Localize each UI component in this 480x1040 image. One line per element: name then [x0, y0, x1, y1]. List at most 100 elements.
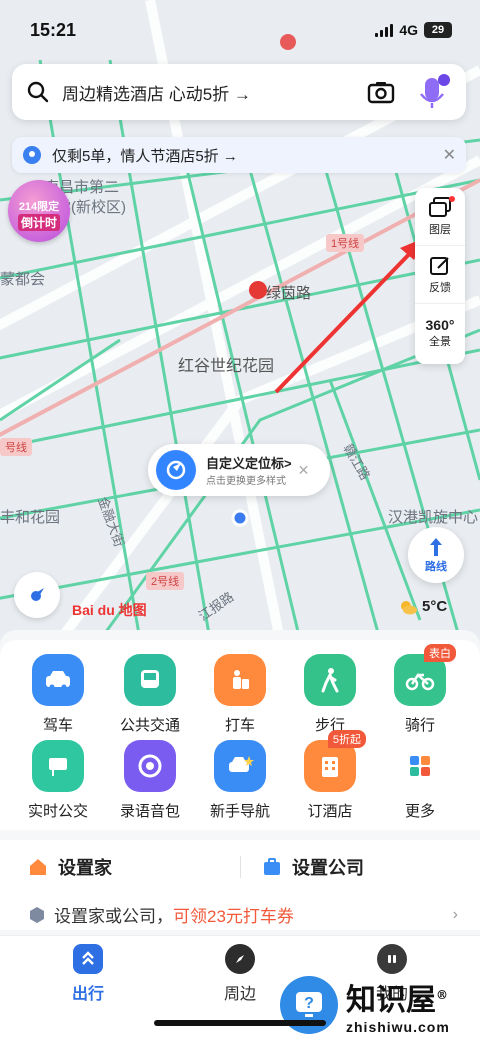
action-voice-pack[interactable]: 录语音包	[102, 740, 198, 821]
tab-nearby[interactable]: 周边	[200, 944, 280, 1004]
tab-label: 出行	[71, 986, 104, 1003]
tool-label: 全景	[429, 336, 451, 348]
feedback-icon	[430, 256, 449, 275]
taxi-icon	[214, 654, 266, 706]
countdown-line2: 倒计时	[17, 213, 60, 231]
watermark-url: zhishiwu.com	[346, 1019, 450, 1035]
action-beginner-nav[interactable]: 新手导航	[192, 740, 288, 821]
map-label: 蒙都会	[0, 271, 46, 288]
close-icon[interactable]: ✕	[298, 462, 310, 479]
watermark: ? 知识屋® zhishiwu.com	[280, 970, 480, 1040]
search-bar[interactable]: 周边精选酒店 心动5折 →	[12, 64, 466, 120]
action-label: 驾车	[42, 717, 73, 734]
action-realtime-bus[interactable]: 实时公交	[10, 740, 106, 821]
action-drive[interactable]: 驾车	[10, 654, 106, 735]
panorama-360-icon: 360°	[425, 317, 455, 333]
notification-dot	[449, 196, 455, 202]
location-button[interactable]	[14, 572, 60, 618]
car-star-icon	[214, 740, 266, 792]
action-label: 骑行	[404, 717, 435, 734]
weather-widget[interactable]: 5°C	[398, 598, 447, 615]
watermark-title: 知识屋®	[346, 983, 448, 1018]
valentine-countdown-badge[interactable]: 214限定 倒计时	[8, 180, 70, 242]
action-label: 公共交通	[119, 717, 180, 734]
grid-more-icon	[394, 740, 446, 792]
home-icon	[30, 859, 46, 875]
promo-tag: 5折起	[327, 730, 366, 748]
tab-travel[interactable]: 出行	[48, 944, 128, 1004]
svg-text:?: ?	[304, 995, 314, 1012]
route-arrow-icon	[430, 538, 442, 556]
set-company-button[interactable]: 设置公司	[262, 854, 364, 880]
action-label: 实时公交	[27, 803, 88, 820]
record-icon	[124, 740, 176, 792]
car-icon	[32, 654, 84, 706]
feedback-button[interactable]: 反馈	[415, 246, 465, 304]
action-label: 打车	[224, 717, 255, 734]
close-icon[interactable]: ✕	[443, 145, 456, 165]
action-cycle[interactable]: 表白 骑行	[372, 644, 468, 735]
chevron-right-icon[interactable]: ›	[453, 906, 458, 924]
action-label: 新手导航	[209, 803, 270, 820]
countdown-line1: 214限定	[18, 200, 60, 213]
action-walk[interactable]: 步行	[282, 654, 378, 735]
company-label: 设置公司	[292, 858, 364, 878]
status-time: 15:21	[30, 20, 77, 40]
battery-icon: 29	[424, 22, 452, 38]
promo-highlight: 可领23元打车券	[173, 907, 294, 926]
signal-icon	[375, 23, 394, 37]
home-promo-row[interactable]: 设置家或公司， 可领23元打车券 ›	[28, 902, 458, 927]
bus-icon	[124, 654, 176, 706]
map-tools-panel: 图层 反馈 360° 全景	[415, 188, 465, 364]
action-more[interactable]: 更多	[372, 740, 468, 821]
bicycle-icon: 表白	[394, 644, 456, 706]
search-input[interactable]: 周边精选酒店 心动5折 →	[62, 80, 364, 105]
locator-title: 自定义定位标>	[206, 456, 292, 471]
walk-icon	[304, 654, 356, 706]
panorama-button[interactable]: 360° 全景	[415, 304, 465, 362]
action-label: 录语音包	[119, 803, 180, 820]
temperature: 5°C	[422, 598, 448, 615]
action-taxi[interactable]: 打车	[192, 654, 288, 735]
promo-banner[interactable]: 仅剩5单，情人节酒店5折 → ✕	[12, 137, 466, 173]
tool-label: 反馈	[429, 281, 451, 294]
hotel-icon: 5折起	[304, 730, 366, 792]
compass-nearby-icon	[225, 944, 255, 974]
search-icon	[27, 81, 49, 103]
cloud-sun-icon	[401, 600, 417, 614]
voice-assistant-icon[interactable]	[412, 72, 452, 112]
promo-tag: 表白	[424, 644, 456, 662]
map-label: 绿茵路	[266, 285, 312, 302]
metro-line-badge: 2号线	[146, 572, 185, 590]
home-company-card: 设置家 设置公司 设置家或公司， 可领23元打车券 ›	[0, 840, 480, 930]
action-label: 订酒店	[307, 803, 353, 820]
baidu-map-logo: Bai du 地图	[72, 602, 147, 618]
action-book-hotel[interactable]: 5折起 订酒店	[282, 730, 378, 821]
metro-line-badge: 号线	[0, 438, 32, 456]
map-label: 红谷世纪花园	[178, 358, 275, 375]
hexagon-icon	[30, 906, 44, 923]
network-type: 4G	[399, 22, 418, 38]
compass-arrow-icon	[156, 450, 196, 490]
home-label: 设置家	[58, 858, 112, 878]
divider	[240, 856, 241, 878]
home-indicator	[154, 1020, 326, 1026]
set-home-button[interactable]: 设置家	[28, 854, 112, 880]
locator-subtitle: 点击更换更多样式	[206, 476, 286, 487]
tab-label: 周边	[223, 986, 256, 1003]
promo-prefix: 设置家或公司，	[54, 907, 173, 926]
layers-button[interactable]: 图层	[415, 188, 465, 246]
promo-text: 仅剩5单，情人节酒店5折 →	[52, 147, 238, 165]
map-label: 丰和花园	[0, 509, 61, 526]
travel-icon	[73, 944, 103, 974]
bus-stop-icon	[32, 740, 84, 792]
status-indicators: 4G 29	[375, 22, 452, 38]
custom-locator-card[interactable]: 自定义定位标> 点击更换更多样式 ✕	[148, 444, 330, 496]
status-bar: 15:21 4G 29	[0, 0, 480, 58]
briefcase-icon	[264, 858, 280, 875]
camera-icon[interactable]	[364, 75, 398, 109]
compass-icon	[31, 588, 44, 601]
action-transit[interactable]: 公共交通	[102, 654, 198, 735]
metro-line-badge: 1号线	[326, 234, 365, 252]
route-button[interactable]: 路线	[408, 527, 464, 583]
